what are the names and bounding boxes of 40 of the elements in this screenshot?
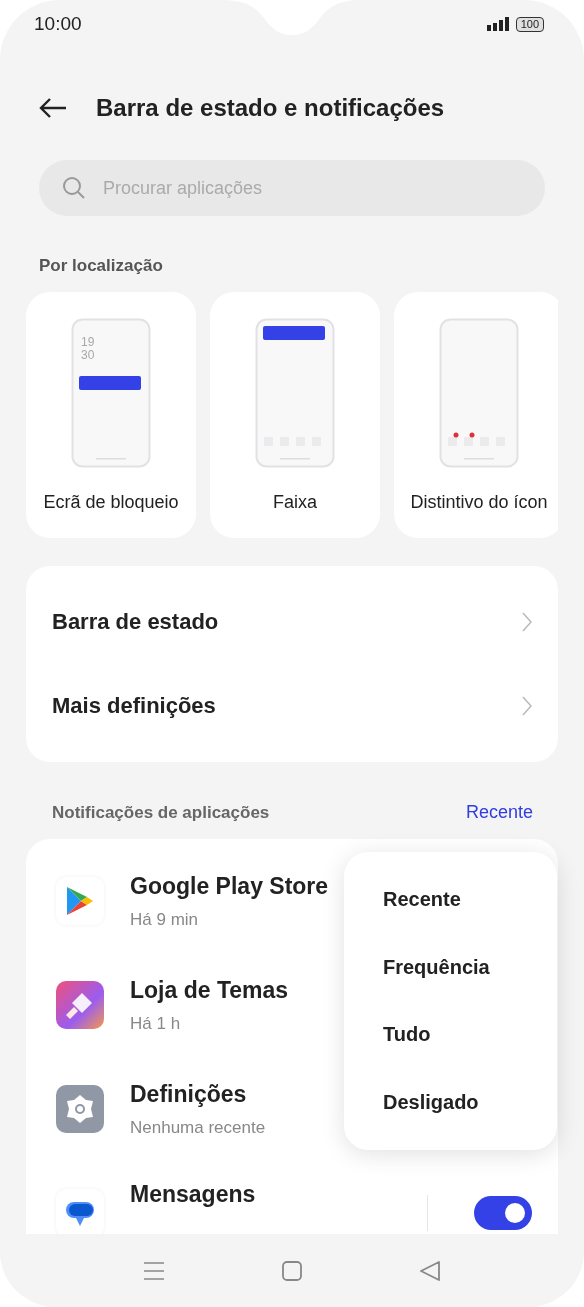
chevron-icon xyxy=(522,612,532,632)
menu-item[interactable]: Desligado xyxy=(344,1068,557,1136)
menu-item[interactable]: Frequência xyxy=(344,933,557,1001)
section-title: Notificações de aplicações xyxy=(52,802,270,823)
settings-row[interactable]: Mais definições xyxy=(26,664,558,748)
app-name: Mensagens xyxy=(130,1181,256,1208)
settings-row[interactable]: Barra de estado xyxy=(26,580,558,664)
search-field[interactable]: Procurar aplicações xyxy=(39,160,545,216)
card-label: Distintivo do ícon xyxy=(410,492,548,513)
toggle-switch[interactable] xyxy=(474,1196,532,1230)
search-icon xyxy=(62,176,86,200)
location-card[interactable]: Faixa xyxy=(210,292,380,538)
app-icon xyxy=(56,1085,104,1133)
home-icon[interactable] xyxy=(281,1260,303,1282)
location-card[interactable]: Distintivo do ícon xyxy=(394,292,558,538)
card-label: Faixa xyxy=(273,492,317,513)
app-icon xyxy=(56,877,104,925)
app-icon xyxy=(56,981,104,1029)
signal-icon xyxy=(486,17,510,31)
chevron-icon xyxy=(522,696,532,716)
status-time: 10:00 xyxy=(34,13,82,35)
app-time: Há 9 min xyxy=(130,909,199,930)
back-icon[interactable] xyxy=(419,1260,441,1282)
location-card[interactable]: 19 30 Ecrã de bloqueio xyxy=(26,292,196,538)
page-title: Barra de estado e notificações xyxy=(96,94,445,122)
app-time: Nenhuma recente xyxy=(130,1117,266,1138)
app-name: Definições xyxy=(130,1080,247,1108)
card-label: Ecrã de bloqueio xyxy=(43,492,179,513)
phone-preview-drawing: 19 30 xyxy=(71,318,151,468)
row-label: Mais definições xyxy=(52,693,216,719)
battery-indicator: 100 xyxy=(515,16,544,32)
row-label: Barra de estado xyxy=(52,609,219,635)
sort-link[interactable]: Recente xyxy=(465,802,533,823)
section-title: Por localização xyxy=(39,256,164,276)
app-name: Loja de Temas xyxy=(130,976,289,1004)
menu-item[interactable]: Recente xyxy=(344,866,557,934)
menu-icon[interactable] xyxy=(143,1260,165,1282)
menu-item[interactable]: Tudo xyxy=(344,1001,557,1069)
app-name: Google Play Store xyxy=(130,872,329,900)
app-time: Há 1 h xyxy=(130,1013,181,1034)
